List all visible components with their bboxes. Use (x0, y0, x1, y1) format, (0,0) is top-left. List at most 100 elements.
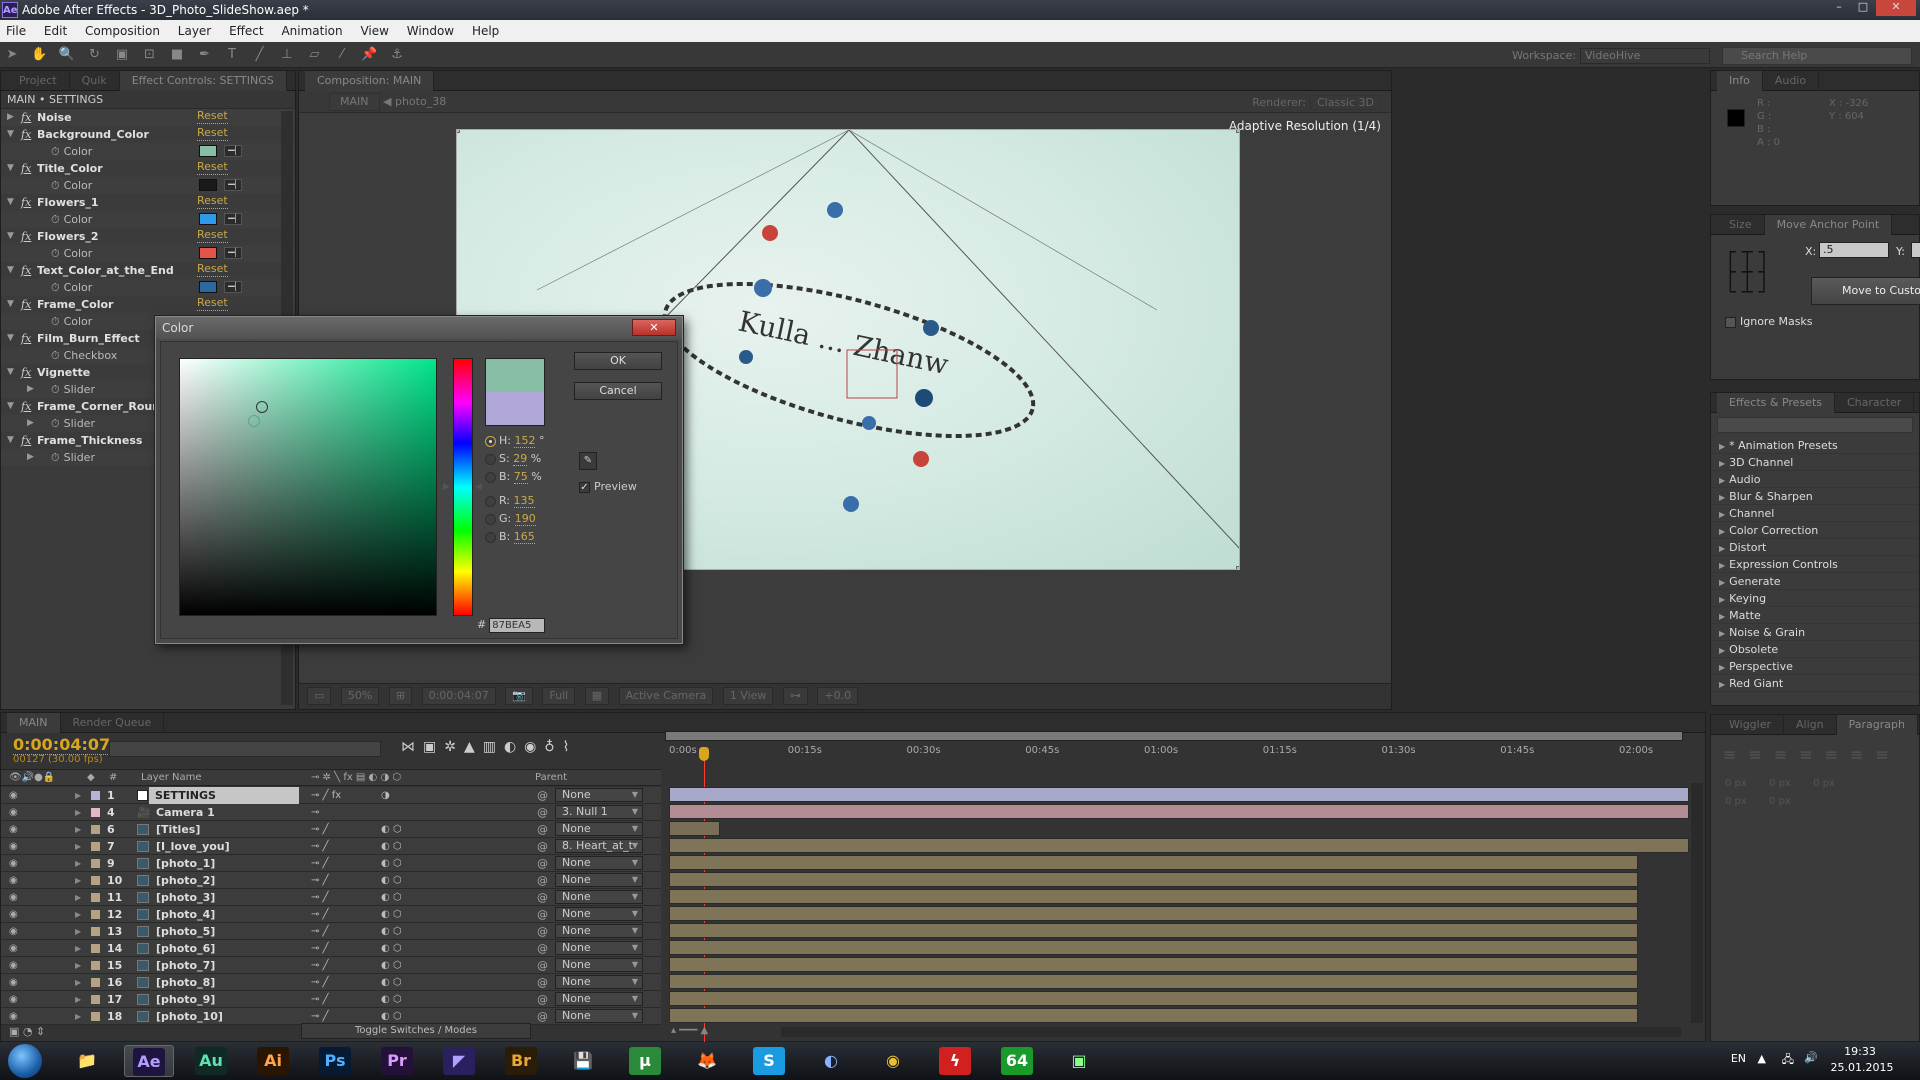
fx-icon[interactable]: fx (21, 228, 31, 245)
tab-effect-controls[interactable]: Effect Controls: SETTINGS (119, 71, 287, 91)
layer-duration-bar[interactable] (669, 974, 1638, 989)
layer-duration-bar[interactable] (669, 991, 1638, 1006)
layer-duration-bar[interactable] (669, 957, 1638, 972)
taskbar-app-skype[interactable]: S (744, 1045, 794, 1077)
label-color[interactable] (91, 927, 100, 936)
label-color[interactable] (91, 910, 100, 919)
channel-value[interactable]: 135 (513, 494, 535, 508)
channel-radio[interactable] (485, 495, 496, 507)
reset-link[interactable]: Reset (197, 109, 228, 124)
tab-align[interactable]: Align (1784, 715, 1837, 735)
layer-duration-bar[interactable] (669, 906, 1638, 921)
label-color[interactable] (91, 808, 100, 817)
layer-duration-bar[interactable] (669, 821, 720, 836)
pick-whip-icon[interactable]: @ (537, 872, 548, 889)
taskbar-app-after-effects[interactable]: Ae (124, 1045, 174, 1077)
expand-arrow-icon[interactable]: ▶ (1719, 561, 1725, 570)
taskbar-app-monitor-app[interactable]: ▣ (1054, 1045, 1104, 1077)
current-time-indicator[interactable] (698, 747, 709, 761)
expand-arrow-icon[interactable]: ▶ (27, 449, 34, 466)
layer-3d-switches[interactable]: ◐ ⬡ (381, 940, 402, 957)
label-color[interactable] (91, 825, 100, 834)
label-color[interactable] (91, 1012, 100, 1021)
expand-arrow-icon[interactable]: ▶ (75, 923, 81, 940)
menu-help[interactable]: Help (472, 24, 499, 38)
taskbar-app-illustrator[interactable]: Ai (248, 1045, 298, 1077)
layer-3d-switches[interactable]: ◐ ⬡ (381, 855, 402, 872)
visibility-eye-icon[interactable]: ◉ (9, 906, 18, 923)
collapse-arrow-icon[interactable]: ▼ (7, 364, 14, 381)
visibility-eye-icon[interactable]: ◉ (9, 872, 18, 889)
tray-expand-icon[interactable]: ▲ (1758, 1052, 1766, 1065)
expand-arrow-icon[interactable]: ▶ (75, 906, 81, 923)
color-swatch[interactable] (199, 281, 217, 293)
layer-name[interactable]: [photo_9] (156, 991, 215, 1008)
layer-switches[interactable]: ⊸ ╱ fx (311, 787, 341, 804)
layer-row[interactable]: ◉ ▶ 4 🎥 Camera 1 ⊸ @ 3. Null 1 ▼ (1, 804, 661, 821)
visibility-eye-icon[interactable]: ◉ (9, 940, 18, 957)
layer-3d-switches[interactable]: ◐ ⬡ (381, 906, 402, 923)
layer-row[interactable]: ◉ ▶ 10 [photo_2] ⊸ ╱ ◐ ⬡ @ None ▼ (1, 872, 661, 889)
fx-icon[interactable]: fx (21, 296, 31, 313)
close-window-button[interactable]: ✕ (1876, 0, 1916, 16)
transparency-grid-icon[interactable]: ▦ (584, 687, 610, 705)
type-tool-icon[interactable]: T (222, 45, 242, 65)
expand-arrow-icon[interactable]: ▶ (1719, 442, 1725, 451)
rotate-tool-icon[interactable]: ↻ (85, 45, 105, 65)
layer-duration-bar[interactable] (669, 855, 1638, 870)
effects-category-item[interactable]: ▶ Blur & Sharpen (1711, 488, 1919, 505)
layer-row[interactable]: ◉ ▶ 11 [photo_3] ⊸ ╱ ◐ ⬡ @ None ▼ (1, 889, 661, 906)
label-color[interactable] (91, 876, 100, 885)
breadcrumb-photo[interactable]: photo_38 (395, 95, 446, 108)
channel-radio[interactable] (485, 513, 496, 525)
effects-category-item[interactable]: ▶ * Animation Presets (1711, 437, 1919, 454)
parent-dropdown[interactable]: None ▼ (555, 958, 643, 972)
search-help-input[interactable]: Search Help (1722, 47, 1912, 65)
tab-size[interactable]: Size (1717, 215, 1765, 235)
layer-row[interactable]: ◉ ▶ 7 [I_love_you] ⊸ ╱ ◐ ⬡ @ 8. Heart_at… (1, 838, 661, 855)
parent-dropdown[interactable]: None ▼ (555, 975, 643, 989)
collapse-arrow-icon[interactable]: ▼ (7, 262, 14, 279)
layer-3d-switches[interactable]: ◐ ⬡ (381, 838, 402, 855)
always-preview-icon[interactable]: ▭ (307, 687, 332, 705)
eraser-tool-icon[interactable]: ▱ (305, 45, 325, 65)
layer-3d-switches[interactable]: ◐ ⬡ (381, 974, 402, 991)
channel-value[interactable]: 75 (513, 470, 528, 484)
flowchart-icon[interactable]: ⊶ (782, 687, 808, 705)
pick-whip-icon[interactable]: @ (537, 804, 548, 821)
pick-whip-icon[interactable]: @ (537, 1008, 548, 1025)
taskbar-app-audition[interactable]: Au (186, 1045, 236, 1077)
expand-arrow-icon[interactable]: ▶ (75, 1008, 81, 1025)
layer-row[interactable]: ◉ ▶ 15 [photo_7] ⊸ ╱ ◐ ⬡ @ None ▼ (1, 957, 661, 974)
layer-name[interactable]: Camera 1 (156, 804, 215, 821)
ignore-masks-checkbox[interactable]: Ignore Masks (1725, 315, 1813, 328)
timeline-zoom-slider[interactable]: ▴ ━━━ ▲ (671, 1025, 708, 1036)
expand-arrow-icon[interactable]: ▶ (75, 838, 81, 855)
layer-3d-switches[interactable]: ◐ ⬡ (381, 957, 402, 974)
effect-row[interactable]: ▼ fx Text_Color_at_the_End Reset About..… (1, 262, 343, 279)
tab-character[interactable]: Character (1835, 393, 1915, 413)
expand-arrow-icon[interactable]: ▶ (1719, 680, 1725, 689)
layer-duration-bar[interactable] (669, 804, 1689, 819)
layer-name[interactable]: [I_love_you] (156, 838, 230, 855)
layer-3d-switches[interactable]: ◐ ⬡ (381, 991, 402, 1008)
layer-name[interactable]: [photo_2] (156, 872, 215, 889)
axis-mode-icon[interactable]: ⚓ (387, 45, 407, 65)
maximize-button[interactable]: □ (1852, 0, 1874, 16)
pick-whip-icon[interactable]: @ (537, 906, 548, 923)
language-indicator[interactable]: EN (1731, 1052, 1746, 1065)
stopwatch-icon[interactable]: ⏱ (51, 281, 60, 294)
layer-row[interactable]: ◉ ▶ 17 [photo_9] ⊸ ╱ ◐ ⬡ @ None ▼ (1, 991, 661, 1008)
tab-project[interactable]: Project (7, 71, 70, 91)
stopwatch-icon[interactable]: ⏱ (51, 213, 60, 226)
effects-category-item[interactable]: ▶ Matte (1711, 607, 1919, 624)
visibility-eye-icon[interactable]: ◉ (9, 923, 18, 940)
breadcrumb-main[interactable]: MAIN (329, 93, 380, 111)
expand-arrow-icon[interactable]: ▶ (75, 804, 81, 821)
layer-duration-bar[interactable] (669, 923, 1638, 938)
roto-brush-tool-icon[interactable]: ⁄ (332, 45, 352, 65)
visibility-eye-icon[interactable]: ◉ (9, 787, 18, 804)
fx-icon[interactable]: fx (21, 160, 31, 177)
collapse-arrow-icon[interactable]: ▼ (7, 296, 14, 313)
tab-render-queue[interactable]: Render Queue (61, 713, 165, 733)
